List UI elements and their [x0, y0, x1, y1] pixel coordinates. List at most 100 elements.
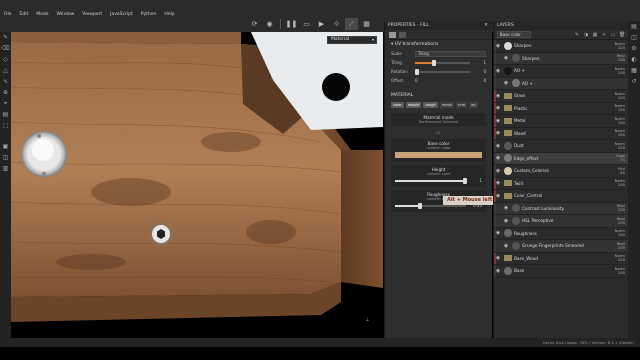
layer-tool-icon[interactable]: ▣ [0, 141, 11, 152]
layer-row[interactable]: ◉ Dust Norm 100 [494, 140, 628, 153]
menu-edit[interactable]: Edit [20, 12, 29, 17]
refresh-icon[interactable]: ⟳ [248, 18, 261, 30]
delete-layer-icon[interactable]: 🗑 [619, 32, 625, 38]
material-mode-block[interactable]: Material mode No Resource Selected [391, 113, 486, 126]
menu-file[interactable]: File [4, 12, 12, 17]
channel-select[interactable]: Base color [497, 31, 531, 38]
layer-row[interactable]: ◉ Contrast Luminosity Repl 100 [494, 202, 628, 215]
shelf-dock-icon[interactable]: ▦ [628, 65, 640, 76]
add-effect-icon[interactable]: ✎ [574, 32, 580, 38]
close-icon[interactable]: ✕ [484, 21, 488, 30]
layer-opacity[interactable]: 100 [604, 145, 625, 150]
tiling-slider[interactable] [415, 59, 470, 66]
display-dock-icon[interactable]: ◐ [628, 54, 640, 65]
eye-icon[interactable]: ◉ [502, 205, 510, 211]
base-color-block[interactable]: Base color uniform color [391, 139, 486, 162]
rotation-slider[interactable] [415, 68, 470, 75]
layer-opacity[interactable]: 100 [604, 258, 625, 262]
menu-mode[interactable]: Mode [36, 12, 48, 17]
layer-opacity[interactable]: 100 [604, 220, 625, 225]
menu-help[interactable]: Help [164, 12, 174, 17]
channel-rough-toggle[interactable]: rough [423, 102, 438, 108]
menu-viewport[interactable]: Viewport [82, 12, 102, 17]
settings-dock-icon[interactable]: ⚙ [628, 43, 640, 54]
layer-row[interactable]: ◉ Base Norm 100 [494, 265, 628, 278]
eye-icon[interactable]: ◉ [502, 80, 510, 86]
channel-height-toggle[interactable]: height [405, 102, 422, 108]
base-color-swatch[interactable] [395, 152, 482, 158]
layer-row[interactable]: ◉ Wood Norm 100 [494, 127, 628, 140]
pause-icon[interactable]: ❚❚ [285, 18, 298, 30]
add-fill-icon[interactable]: ▦ [592, 32, 598, 38]
camera-icon[interactable]: ◉ [263, 18, 276, 30]
geometry-icon[interactable]: △ [0, 65, 11, 76]
display-tool-icon[interactable]: ▥ [0, 163, 11, 174]
tiling-value[interactable]: 1 [474, 60, 486, 65]
wand-icon[interactable]: ⟋ [345, 18, 358, 30]
fill-icon[interactable]: ▤ [0, 109, 11, 120]
layer-row[interactable]: ◉ Custom_Colorise Mul 90 [494, 165, 628, 178]
rotation-value[interactable]: 0 [474, 69, 486, 74]
eye-icon[interactable]: ◉ [502, 55, 510, 61]
menu-window[interactable]: Window [57, 12, 75, 17]
layer-opacity[interactable]: 100 [604, 270, 625, 275]
layer-row[interactable]: ◉ Plastic Norm 100 [494, 102, 628, 115]
layer-row[interactable]: ◉ Edge_effect Ligw 75 [494, 152, 628, 165]
menu-javascript[interactable]: JavaScript [110, 12, 133, 17]
height-block[interactable]: Height uniform color 1 [391, 165, 486, 187]
scale-mode-select[interactable]: Tiling [415, 50, 486, 57]
layer-opacity[interactable]: 100 [604, 58, 625, 62]
screen-icon[interactable]: ▭ [300, 18, 313, 30]
layer-row[interactable]: ◉ AO + Norm 100 [494, 65, 628, 78]
layer-opacity[interactable]: 100 [604, 95, 625, 100]
layer-row[interactable]: ◉ Glass Norm 100 [494, 90, 628, 103]
menu-python[interactable]: Python [141, 12, 157, 17]
layer-opacity[interactable]: 100 [604, 133, 625, 137]
channel-metal-toggle[interactable]: metal [439, 102, 455, 108]
add-mask-icon[interactable]: ◑ [583, 32, 589, 38]
layer-opacity[interactable]: 100 [604, 208, 625, 212]
layer-row[interactable]: ◉ Roughness Norm 100 [494, 227, 628, 240]
layer-row[interactable]: ◉ Grunge Fingerprints Smeared Repl 100 [494, 240, 628, 253]
uv-section-header[interactable]: ▾ UV transformations [385, 40, 492, 49]
channel-color-toggle[interactable]: color [391, 102, 404, 108]
grid-icon[interactable]: ▦ [360, 18, 373, 30]
eye-icon[interactable]: ◉ [502, 243, 510, 249]
layer-opacity[interactable]: 100 [604, 45, 625, 50]
layer-row[interactable]: ◉ Base_Wood Norm 100 [494, 252, 628, 265]
viewport-mode-select[interactable]: Material ▾ [327, 36, 377, 44]
layer-opacity[interactable]: 100 [604, 70, 625, 75]
layer-row[interactable]: ◉ Metal Norm 100 [494, 115, 628, 128]
layer-row[interactable]: ◉ Twill Norm 100 [494, 177, 628, 190]
layer-row[interactable]: ◉ Color_Control [494, 190, 628, 203]
clone-icon[interactable]: ⊕ [0, 87, 11, 98]
add-layer-icon[interactable]: ＋ [601, 32, 607, 38]
history-dock-icon[interactable]: ↺ [628, 76, 640, 87]
layer-opacity[interactable]: 90 [604, 170, 625, 175]
layer-row[interactable]: ◉ AO + [494, 77, 628, 90]
layer-opacity[interactable]: 75 [604, 158, 625, 162]
layer-opacity[interactable]: 100 [604, 108, 625, 112]
layer-opacity[interactable]: 100 [604, 233, 625, 237]
3d-viewport[interactable]: Material ▾ ⟂ [11, 32, 383, 338]
channel-nrm-toggle[interactable]: nrm [456, 102, 468, 108]
eraser-icon[interactable]: ⌫ [0, 43, 11, 54]
layer-opacity[interactable]: 100 [604, 120, 625, 125]
brush-icon[interactable]: ✎ [0, 32, 11, 43]
video-icon[interactable]: ▶ [315, 18, 328, 30]
view-tool-icon[interactable]: ◫ [0, 152, 11, 163]
settings-tab-icon[interactable] [399, 32, 406, 38]
offset-y-value[interactable]: 0 [431, 78, 486, 83]
eye-icon[interactable]: ◉ [502, 218, 510, 224]
height-value[interactable]: 1 [470, 178, 482, 183]
layer-row[interactable]: ◉ Sharpen Norm 100 [494, 40, 628, 53]
textures-dock-icon[interactable]: ◫ [628, 32, 640, 43]
layer-row[interactable]: ◉ HSL Perceptive Repl 100 [494, 215, 628, 228]
channel-ao-toggle[interactable]: ao [469, 102, 478, 108]
height-slider[interactable] [395, 177, 468, 184]
offset-x-value[interactable]: 0 [415, 78, 431, 83]
smudge-icon[interactable]: ∿ [0, 76, 11, 87]
picker-icon[interactable]: ⌖ [0, 98, 11, 109]
fill-tab-icon[interactable] [389, 32, 396, 38]
layers-dock-icon[interactable]: ▤ [628, 21, 640, 32]
